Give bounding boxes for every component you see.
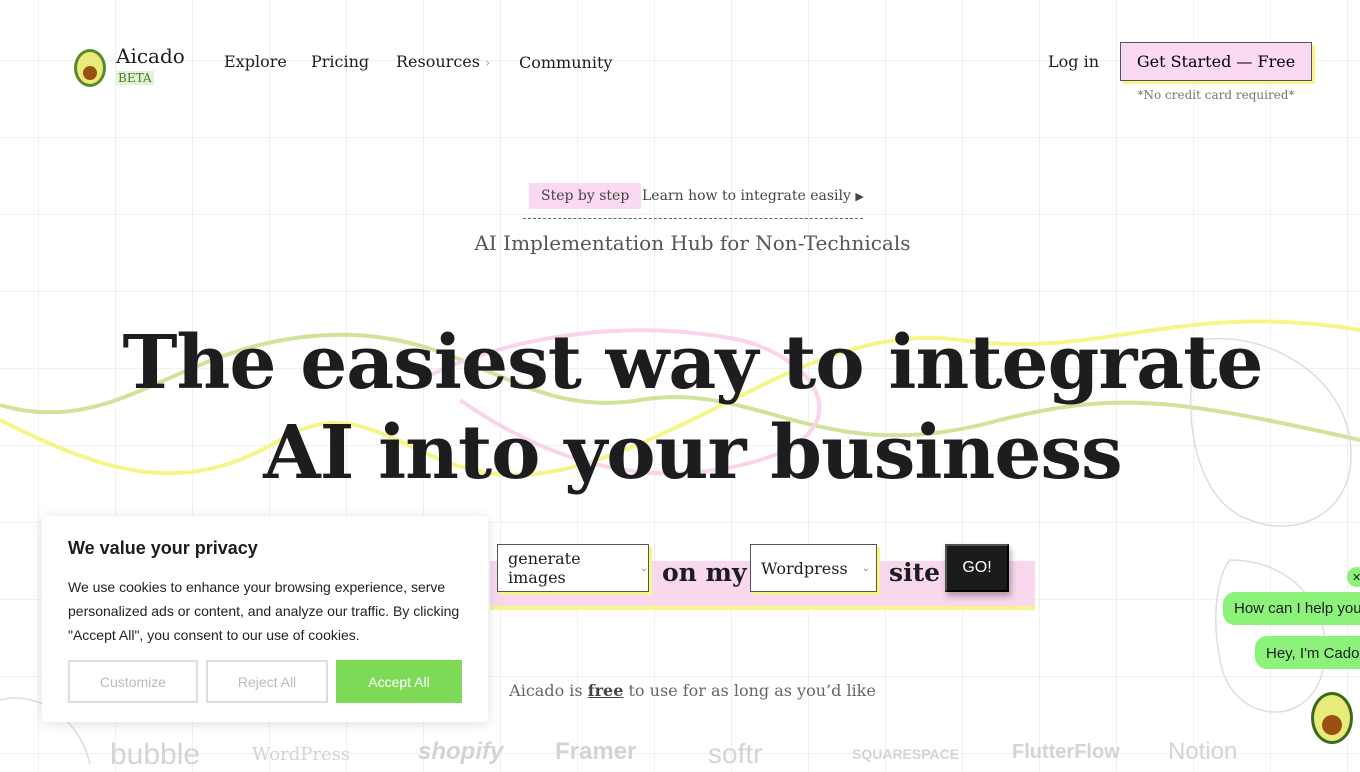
logo-notion: Notion: [1168, 738, 1238, 765]
platform-select[interactable]: Wordpress ⌄: [750, 544, 877, 592]
chat-close-button[interactable]: ✕: [1347, 567, 1360, 587]
caret-right-icon: ▶: [855, 190, 864, 203]
cookie-title: We value your privacy: [68, 538, 258, 558]
nav-resources[interactable]: Resources ›: [396, 52, 490, 71]
accept-all-button[interactable]: Accept All: [336, 660, 462, 703]
get-started-button[interactable]: Get Started — Free: [1120, 42, 1312, 81]
task-select-value: generate images: [508, 549, 581, 587]
customize-button[interactable]: Customize: [68, 660, 198, 703]
free-pre: Aicado is: [509, 681, 583, 700]
logo-shopify: shopify: [418, 738, 504, 765]
nav-pricing[interactable]: Pricing: [311, 52, 369, 71]
logo[interactable]: Aicado BETA: [72, 42, 185, 88]
cookie-body: We use cookies to enhance your browsing …: [68, 579, 460, 643]
chat-avatar-icon[interactable]: [1310, 683, 1356, 745]
chevron-down-icon: ⌄: [861, 562, 870, 574]
logo-bubble: bubble: [110, 738, 201, 771]
logo-wordpress: WordPress: [252, 744, 351, 765]
chevron-right-icon: ›: [485, 56, 491, 71]
no-credit-card-note: *No credit card required*: [1137, 88, 1295, 102]
go-button[interactable]: GO!: [945, 544, 1009, 592]
hero-subtitle: AI Implementation Hub for Non-Technicals: [474, 231, 911, 255]
reject-all-button[interactable]: Reject All: [206, 660, 328, 703]
nav-resources-label: Resources: [396, 52, 480, 71]
connector-text: on my: [662, 558, 747, 587]
hero-title-line1: The easiest way to integrate: [122, 320, 1263, 406]
logo-softr: softr: [708, 738, 763, 769]
hero-title: The easiest way to integrate AI into your…: [0, 318, 1360, 498]
hero-title-line2: AI into your business: [263, 410, 1122, 496]
nav-community[interactable]: Community: [519, 53, 612, 72]
logo-flutterflow: FlutterFlow: [1012, 741, 1120, 763]
logo-framer: Framer: [555, 738, 637, 765]
beta-badge: BETA: [116, 70, 154, 85]
chat-message-greeting[interactable]: Hey, I'm Cado 👋: [1255, 636, 1360, 669]
task-select[interactable]: generate images ⌄: [497, 544, 649, 592]
cookie-banner: We value your privacy We use cookies to …: [42, 516, 488, 722]
chevron-down-icon: ⌄: [639, 562, 648, 574]
nav-explore[interactable]: Explore: [224, 52, 287, 71]
suffix-text: site: [889, 558, 941, 587]
learn-link-label: Learn how to integrate easily: [642, 188, 851, 204]
brand-name: Aicado: [116, 43, 185, 68]
avocado-logo-icon: [74, 49, 106, 87]
divider: [523, 218, 863, 219]
chat-message-help[interactable]: How can I help you?: [1223, 592, 1360, 625]
logo-squarespace: SQUARESPACE: [852, 746, 960, 762]
platform-select-value: Wordpress: [761, 558, 848, 578]
login-link[interactable]: Log in: [1048, 52, 1099, 71]
free-post: to use for as long as you’d like: [628, 681, 876, 700]
free-word: free: [587, 681, 624, 700]
step-badge: Step by step: [529, 183, 642, 209]
learn-link[interactable]: Learn how to integrate easily ▶: [642, 188, 864, 204]
